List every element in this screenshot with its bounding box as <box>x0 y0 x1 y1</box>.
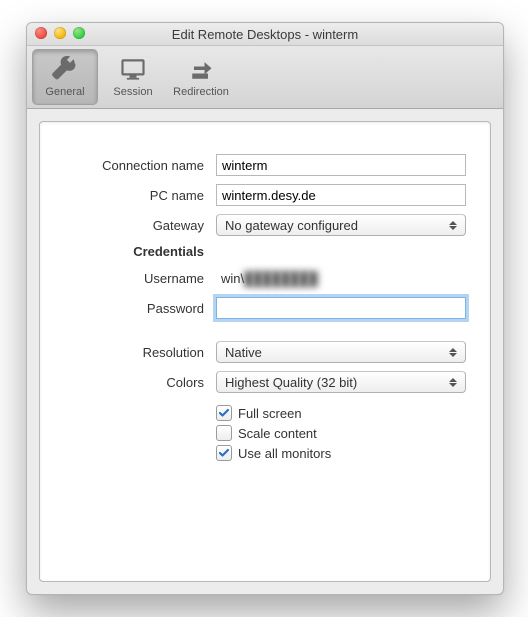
pc-name-input[interactable] <box>216 184 466 206</box>
tab-redirection[interactable]: Redirection <box>169 50 233 104</box>
colors-select[interactable]: Highest Quality (32 bit) <box>216 371 466 393</box>
toolbar: General Session Redirection <box>27 46 503 109</box>
check-icon <box>218 407 230 419</box>
label-gateway: Gateway <box>64 218 216 233</box>
full-screen-label: Full screen <box>238 406 302 421</box>
tab-redirection-label: Redirection <box>173 86 229 98</box>
redirection-icon <box>187 56 215 84</box>
label-username: Username <box>64 271 216 286</box>
label-resolution: Resolution <box>64 345 216 360</box>
monitor-icon <box>119 56 147 84</box>
tab-session[interactable]: Session <box>101 50 165 104</box>
use-all-monitors-checkbox[interactable] <box>216 445 232 461</box>
label-connection-name: Connection name <box>64 158 216 173</box>
resolution-select-value: Native <box>225 345 262 360</box>
tab-general-label: General <box>45 86 84 98</box>
minimize-icon[interactable] <box>54 27 66 39</box>
scale-content-label: Scale content <box>238 426 317 441</box>
tab-general[interactable]: General <box>33 50 97 104</box>
window-title: Edit Remote Desktops - winterm <box>172 27 358 42</box>
chevron-updown-icon <box>446 217 460 233</box>
gateway-select-value: No gateway configured <box>225 218 358 233</box>
label-credentials: Credentials <box>64 244 216 259</box>
label-password: Password <box>64 301 216 316</box>
password-input[interactable] <box>216 297 466 319</box>
chevron-updown-icon <box>446 374 460 390</box>
window: Edit Remote Desktops - winterm General S… <box>26 22 504 595</box>
close-icon[interactable] <box>35 27 47 39</box>
connection-name-input[interactable] <box>216 154 466 176</box>
form-panel: Connection name PC name Gateway No gatew… <box>39 121 491 582</box>
use-all-monitors-label: Use all monitors <box>238 446 331 461</box>
window-controls <box>35 27 85 39</box>
resolution-select[interactable]: Native <box>216 341 466 363</box>
username-hidden: ████████ <box>244 271 318 286</box>
zoom-icon[interactable] <box>73 27 85 39</box>
tab-session-label: Session <box>113 86 152 98</box>
chevron-updown-icon <box>446 344 460 360</box>
gateway-select[interactable]: No gateway configured <box>216 214 466 236</box>
full-screen-checkbox[interactable] <box>216 405 232 421</box>
colors-select-value: Highest Quality (32 bit) <box>225 375 357 390</box>
check-icon <box>218 447 230 459</box>
wrench-icon <box>51 56 79 84</box>
username-prefix: win\ <box>221 271 244 286</box>
scale-content-checkbox[interactable] <box>216 425 232 441</box>
titlebar: Edit Remote Desktops - winterm <box>27 23 503 46</box>
label-colors: Colors <box>64 375 216 390</box>
label-pc-name: PC name <box>64 188 216 203</box>
